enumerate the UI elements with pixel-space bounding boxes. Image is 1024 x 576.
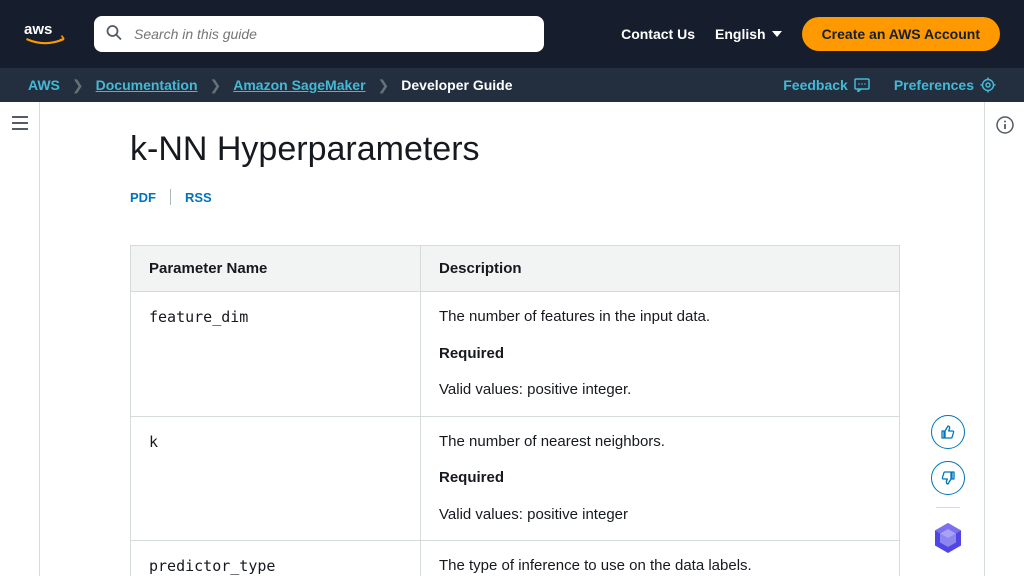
chevron-right-icon: ❯ <box>72 77 84 94</box>
param-name-cell: feature_dim <box>131 292 421 417</box>
breadcrumb-documentation[interactable]: Documentation <box>96 77 198 93</box>
table-header-name: Parameter Name <box>131 246 421 292</box>
breadcrumb-sagemaker[interactable]: Amazon SageMaker <box>233 77 365 93</box>
right-rail <box>984 102 1024 576</box>
chevron-right-icon: ❯ <box>378 77 390 94</box>
param-desc-cell: The number of nearest neighbors.Required… <box>421 416 900 541</box>
left-rail <box>0 102 40 576</box>
table-row: feature_dimThe number of features in the… <box>131 292 900 417</box>
param-name-cell: predictor_type <box>131 541 421 576</box>
thumbs-up-button[interactable] <box>931 415 965 449</box>
chat-icon <box>854 78 870 92</box>
doc-links: PDF RSS <box>130 189 944 205</box>
main-header: aws Contact Us English Create an AWS Acc… <box>0 0 1024 68</box>
param-name-cell: k <box>131 416 421 541</box>
feedback-widget <box>930 415 966 556</box>
preferences-label: Preferences <box>894 77 974 93</box>
search-input[interactable] <box>94 16 544 52</box>
feedback-label: Feedback <box>783 77 848 93</box>
table-row: kThe number of nearest neighbors.Require… <box>131 416 900 541</box>
table-header-desc: Description <box>421 246 900 292</box>
pdf-link[interactable]: PDF <box>130 190 170 205</box>
page-title: k-NN Hyperparameters <box>130 130 944 169</box>
menu-toggle-icon[interactable] <box>12 116 28 133</box>
rss-link[interactable]: RSS <box>171 190 226 205</box>
aws-logo[interactable]: aws <box>24 19 74 49</box>
breadcrumb: AWS ❯ Documentation ❯ Amazon SageMaker ❯… <box>28 77 513 94</box>
svg-text:aws: aws <box>24 21 52 38</box>
info-icon[interactable] <box>996 116 1014 137</box>
chevron-down-icon <box>772 31 782 37</box>
param-desc-cell: The type of inference to use on the data… <box>421 541 900 576</box>
chevron-right-icon: ❯ <box>210 77 222 94</box>
contact-us-link[interactable]: Contact Us <box>621 26 695 42</box>
language-label: English <box>715 26 766 42</box>
table-row: predictor_typeThe type of inference to u… <box>131 541 900 576</box>
divider <box>936 507 960 508</box>
gear-icon <box>980 77 996 93</box>
create-account-button[interactable]: Create an AWS Account <box>802 17 1000 51</box>
support-icon[interactable] <box>930 520 966 556</box>
hyperparameters-table: Parameter Name Description feature_dimTh… <box>130 245 900 576</box>
search-container <box>94 16 544 52</box>
search-icon <box>106 25 122 44</box>
content-area: k-NN Hyperparameters PDF RSS Parameter N… <box>40 102 984 576</box>
breadcrumb-bar: AWS ❯ Documentation ❯ Amazon SageMaker ❯… <box>0 68 1024 102</box>
param-desc-cell: The number of features in the input data… <box>421 292 900 417</box>
language-selector[interactable]: English <box>715 26 782 42</box>
breadcrumb-current: Developer Guide <box>401 77 512 93</box>
thumbs-down-button[interactable] <box>931 461 965 495</box>
feedback-link[interactable]: Feedback <box>783 77 870 93</box>
breadcrumb-aws[interactable]: AWS <box>28 77 60 93</box>
preferences-link[interactable]: Preferences <box>894 77 996 93</box>
